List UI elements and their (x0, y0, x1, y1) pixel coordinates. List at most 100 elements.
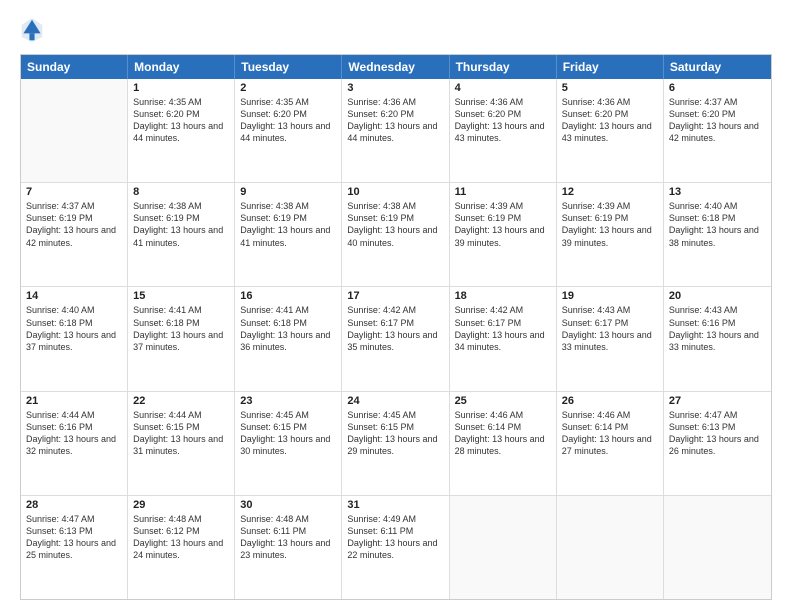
cell-info: Sunrise: 4:47 AMSunset: 6:13 PMDaylight:… (26, 513, 122, 562)
cell-info: Sunrise: 4:36 AMSunset: 6:20 PMDaylight:… (562, 96, 658, 145)
cell-info: Sunrise: 4:37 AMSunset: 6:19 PMDaylight:… (26, 200, 122, 249)
calendar-week-5: 28Sunrise: 4:47 AMSunset: 6:13 PMDayligh… (21, 495, 771, 599)
cell-info: Sunrise: 4:38 AMSunset: 6:19 PMDaylight:… (133, 200, 229, 249)
cell-info: Sunrise: 4:43 AMSunset: 6:17 PMDaylight:… (562, 304, 658, 353)
header-day-monday: Monday (128, 55, 235, 79)
table-row: 29 Sunrise: 4:48 AMSunset: 6:12 PMDayligh… (128, 496, 235, 599)
day-number: 21 (26, 395, 122, 407)
cell-info: Sunrise: 4:45 AMSunset: 6:15 PMDaylight:… (347, 409, 443, 458)
table-row (450, 496, 557, 599)
day-number: 8 (133, 186, 229, 198)
header-day-sunday: Sunday (21, 55, 128, 79)
table-row: 17 Sunrise: 4:42 AMSunset: 6:17 PMDayligh… (342, 287, 449, 390)
calendar: SundayMondayTuesdayWednesdayThursdayFrid… (20, 54, 772, 600)
cell-info: Sunrise: 4:41 AMSunset: 6:18 PMDaylight:… (240, 304, 336, 353)
day-number: 19 (562, 290, 658, 302)
table-row: 13 Sunrise: 4:40 AMSunset: 6:18 PMDayligh… (664, 183, 771, 286)
day-number: 17 (347, 290, 443, 302)
table-row: 3Sunrise: 4:36 AMSunset: 6:20 PMDaylight… (342, 79, 449, 182)
cell-info: Sunrise: 4:41 AMSunset: 6:18 PMDaylight:… (133, 304, 229, 353)
cell-info: Sunrise: 4:42 AMSunset: 6:17 PMDaylight:… (347, 304, 443, 353)
day-number: 20 (669, 290, 766, 302)
table-row: 27 Sunrise: 4:47 AMSunset: 6:13 PMDayligh… (664, 392, 771, 495)
day-number: 13 (669, 186, 766, 198)
cell-info: Sunrise: 4:36 AMSunset: 6:20 PMDaylight:… (347, 96, 443, 145)
cell-info: Sunrise: 4:40 AMSunset: 6:18 PMDaylight:… (669, 200, 766, 249)
calendar-week-4: 21 Sunrise: 4:44 AMSunset: 6:16 PMDayligh… (21, 391, 771, 495)
day-number: 29 (133, 499, 229, 511)
day-number: 5 (562, 82, 658, 94)
table-row: 15 Sunrise: 4:41 AMSunset: 6:18 PMDayligh… (128, 287, 235, 390)
table-row: 2 Sunrise: 4:35 AMSunset: 6:20 PMDaylight… (235, 79, 342, 182)
header-day-saturday: Saturday (664, 55, 771, 79)
page: SundayMondayTuesdayWednesdayThursdayFrid… (0, 0, 792, 612)
cell-info: Sunrise: 4:44 AMSunset: 6:16 PMDaylight:… (26, 409, 122, 458)
cell-info: Sunrise: 4:39 AMSunset: 6:19 PMDaylight:… (562, 200, 658, 249)
day-number: 22 (133, 395, 229, 407)
day-number: 9 (240, 186, 336, 198)
cell-info: Sunrise: 4:36 AMSunset: 6:20 PMDaylight:… (455, 96, 551, 145)
day-number: 1 (133, 82, 229, 94)
cell-info: Sunrise: 4:35 AMSunset: 6:20 PMDaylight:… (240, 96, 336, 145)
day-number: 18 (455, 290, 551, 302)
table-row: 16 Sunrise: 4:41 AMSunset: 6:18 PMDayligh… (235, 287, 342, 390)
calendar-body: 1 Sunrise: 4:35 AMSunset: 6:20 PMDaylight… (21, 79, 771, 599)
day-number: 4 (455, 82, 551, 94)
table-row: 7 Sunrise: 4:37 AMSunset: 6:19 PMDaylight… (21, 183, 128, 286)
table-row: 14Sunrise: 4:40 AMSunset: 6:18 PMDayligh… (21, 287, 128, 390)
table-row (557, 496, 664, 599)
cell-info: Sunrise: 4:35 AMSunset: 6:20 PMDaylight:… (133, 96, 229, 145)
table-row: 31Sunrise: 4:49 AMSunset: 6:11 PMDayligh… (342, 496, 449, 599)
table-row: 11Sunrise: 4:39 AMSunset: 6:19 PMDayligh… (450, 183, 557, 286)
calendar-week-1: 1 Sunrise: 4:35 AMSunset: 6:20 PMDaylight… (21, 79, 771, 182)
header-day-tuesday: Tuesday (235, 55, 342, 79)
cell-info: Sunrise: 4:45 AMSunset: 6:15 PMDaylight:… (240, 409, 336, 458)
day-number: 24 (347, 395, 443, 407)
logo-icon (20, 16, 44, 44)
table-row: 20 Sunrise: 4:43 AMSunset: 6:16 PMDayligh… (664, 287, 771, 390)
day-number: 14 (26, 290, 122, 302)
calendar-header: SundayMondayTuesdayWednesdayThursdayFrid… (21, 55, 771, 79)
cell-info: Sunrise: 4:38 AMSunset: 6:19 PMDaylight:… (347, 200, 443, 249)
header (20, 16, 772, 44)
table-row: 21 Sunrise: 4:44 AMSunset: 6:16 PMDayligh… (21, 392, 128, 495)
table-row: 8 Sunrise: 4:38 AMSunset: 6:19 PMDaylight… (128, 183, 235, 286)
day-number: 16 (240, 290, 336, 302)
cell-info: Sunrise: 4:44 AMSunset: 6:15 PMDaylight:… (133, 409, 229, 458)
day-number: 7 (26, 186, 122, 198)
table-row: 25 Sunrise: 4:46 AMSunset: 6:14 PMDayligh… (450, 392, 557, 495)
logo (20, 16, 48, 44)
table-row: 10 Sunrise: 4:38 AMSunset: 6:19 PMDayligh… (342, 183, 449, 286)
table-row: 26 Sunrise: 4:46 AMSunset: 6:14 PMDayligh… (557, 392, 664, 495)
cell-info: Sunrise: 4:38 AMSunset: 6:19 PMDaylight:… (240, 200, 336, 249)
day-number: 26 (562, 395, 658, 407)
day-number: 15 (133, 290, 229, 302)
cell-info: Sunrise: 4:48 AMSunset: 6:12 PMDaylight:… (133, 513, 229, 562)
cell-info: Sunrise: 4:43 AMSunset: 6:16 PMDaylight:… (669, 304, 766, 353)
table-row: 12 Sunrise: 4:39 AMSunset: 6:19 PMDayligh… (557, 183, 664, 286)
header-day-friday: Friday (557, 55, 664, 79)
table-row: 18 Sunrise: 4:42 AMSunset: 6:17 PMDayligh… (450, 287, 557, 390)
day-number: 27 (669, 395, 766, 407)
day-number: 25 (455, 395, 551, 407)
day-number: 12 (562, 186, 658, 198)
table-row: 1 Sunrise: 4:35 AMSunset: 6:20 PMDaylight… (128, 79, 235, 182)
cell-info: Sunrise: 4:46 AMSunset: 6:14 PMDaylight:… (562, 409, 658, 458)
day-number: 10 (347, 186, 443, 198)
cell-info: Sunrise: 4:46 AMSunset: 6:14 PMDaylight:… (455, 409, 551, 458)
day-number: 30 (240, 499, 336, 511)
day-number: 2 (240, 82, 336, 94)
table-row: 19 Sunrise: 4:43 AMSunset: 6:17 PMDayligh… (557, 287, 664, 390)
day-number: 11 (455, 186, 551, 198)
cell-info: Sunrise: 4:47 AMSunset: 6:13 PMDaylight:… (669, 409, 766, 458)
cell-info: Sunrise: 4:48 AMSunset: 6:11 PMDaylight:… (240, 513, 336, 562)
cell-info: Sunrise: 4:42 AMSunset: 6:17 PMDaylight:… (455, 304, 551, 353)
calendar-week-2: 7 Sunrise: 4:37 AMSunset: 6:19 PMDaylight… (21, 182, 771, 286)
table-row: 28Sunrise: 4:47 AMSunset: 6:13 PMDayligh… (21, 496, 128, 599)
header-day-thursday: Thursday (450, 55, 557, 79)
cell-info: Sunrise: 4:49 AMSunset: 6:11 PMDaylight:… (347, 513, 443, 562)
table-row: 23Sunrise: 4:45 AMSunset: 6:15 PMDayligh… (235, 392, 342, 495)
cell-info: Sunrise: 4:37 AMSunset: 6:20 PMDaylight:… (669, 96, 766, 145)
table-row: 24 Sunrise: 4:45 AMSunset: 6:15 PMDayligh… (342, 392, 449, 495)
table-row: 4 Sunrise: 4:36 AMSunset: 6:20 PMDaylight… (450, 79, 557, 182)
